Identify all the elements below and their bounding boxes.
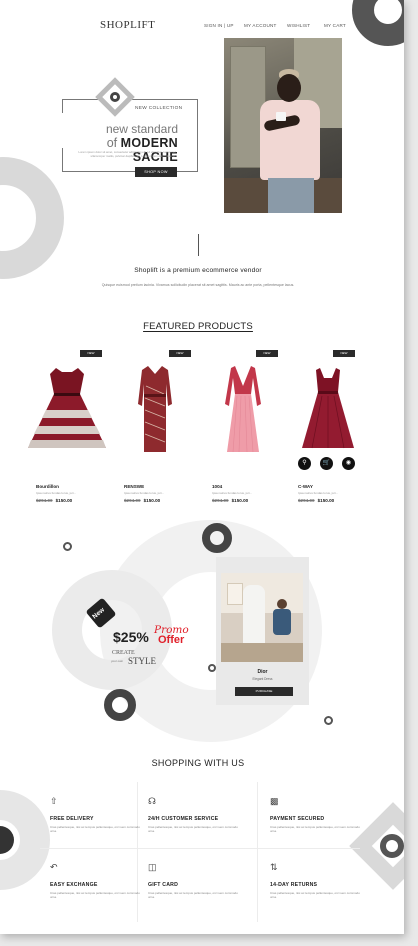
headset-icon: ☊ bbox=[148, 796, 156, 806]
gift-icon: ◫ bbox=[148, 862, 157, 872]
product-badge: NEW bbox=[169, 350, 191, 357]
purchase-button[interactable]: PURCHASE bbox=[235, 687, 293, 696]
service-title: FREE DELIVERY bbox=[50, 816, 94, 822]
decor-diamond-right-dot bbox=[380, 834, 404, 858]
nav-wishlist[interactable]: WISHLIST bbox=[287, 23, 310, 28]
your-own-label: your own bbox=[111, 659, 124, 663]
cart-icon[interactable]: 🛒 bbox=[320, 457, 333, 470]
decor-ring-left bbox=[0, 157, 64, 279]
hero-frame-left-top bbox=[62, 99, 63, 113]
service-title: EASY EXCHANGE bbox=[50, 882, 98, 888]
hero-image-cup bbox=[276, 112, 286, 121]
nav-sign-in[interactable]: SIGN IN | UP bbox=[204, 23, 234, 28]
product-price: $204.00 $150.00 bbox=[124, 498, 160, 503]
page: SHOPLIFT SIGN IN | UP MY ACCOUNT WISHLIS… bbox=[0, 0, 404, 934]
decor-dot-1 bbox=[63, 542, 72, 551]
decor-ring-dark-bottom bbox=[104, 689, 136, 721]
divider-line bbox=[198, 234, 199, 256]
decor-dot-2 bbox=[208, 664, 216, 672]
decor-ring-dark-top bbox=[202, 523, 232, 553]
service-title: PAYMENT SECURED bbox=[270, 816, 325, 822]
product-badge: NEW bbox=[333, 350, 355, 357]
services-divider-v2 bbox=[257, 782, 258, 922]
intro-description: Quisque euismod pretium lacinia. Vivamus… bbox=[101, 283, 295, 287]
featured-products-title: FEATURED PRODUCTS bbox=[143, 321, 253, 332]
product-description: Ipsa natrus fundas lorus, juri... bbox=[36, 491, 77, 495]
product-old-price: $204.00 bbox=[298, 498, 315, 503]
product-old-price: $204.00 bbox=[36, 498, 53, 503]
product-description: Ipsa natrus fundas lorus, juri... bbox=[298, 491, 339, 495]
shop-now-button[interactable]: SHOP NOW bbox=[135, 167, 177, 177]
shopping-with-us-title: SHOPPING WITH US bbox=[151, 758, 245, 768]
product-badge: NEW bbox=[80, 350, 102, 357]
service-description: Cras pellentesque, nisi ac tempus pellen… bbox=[270, 891, 360, 899]
product-name[interactable]: C-WAY bbox=[298, 484, 313, 489]
search-icon[interactable]: ⚲ bbox=[298, 457, 311, 470]
services-divider-v1 bbox=[137, 782, 138, 922]
hero-image-jeans bbox=[268, 178, 314, 213]
service-description: Cras pellentesque, nisi ac tempus pellen… bbox=[148, 891, 238, 899]
product-old-price: $204.00 bbox=[212, 498, 229, 503]
promo-percent: $25% bbox=[113, 629, 149, 645]
product-new-price: $150.00 bbox=[55, 498, 73, 503]
product-image-dress-1[interactable] bbox=[26, 364, 108, 454]
service-title: 14-DAY RETURNS bbox=[270, 882, 318, 888]
service-title: 24/H CUSTOMER SERVICE bbox=[148, 816, 219, 822]
nav-my-account[interactable]: MY ACCOUNT bbox=[244, 23, 277, 28]
promo-card-subtitle: Elegant Dress bbox=[252, 677, 273, 681]
style-label: STYLE bbox=[128, 656, 156, 666]
promo-card-title: Dior bbox=[257, 669, 268, 675]
hero-image-shirt bbox=[260, 100, 320, 180]
product-description: Ipsa natrus fundas lorus, juri... bbox=[212, 491, 253, 495]
nav-my-cart[interactable]: MY CART bbox=[324, 23, 346, 28]
service-description: Cras pellentesque, nisi ac tempus pellen… bbox=[50, 825, 140, 833]
product-name[interactable]: 1004 bbox=[212, 484, 222, 489]
promo-card-image[interactable] bbox=[221, 573, 303, 662]
promo-image-window bbox=[227, 583, 243, 605]
service-description: Cras pellentesque, nisi ac tempus pellen… bbox=[148, 825, 238, 833]
hero-image-face bbox=[277, 74, 301, 102]
service-description: Cras pellentesque, nisi ac tempus pellen… bbox=[270, 825, 360, 833]
return-icon: ↶ bbox=[50, 862, 58, 872]
view-icon[interactable]: ◉ bbox=[342, 457, 355, 470]
offer-word: Offer bbox=[158, 634, 185, 646]
hero-image bbox=[224, 38, 342, 213]
decor-ring-top-right bbox=[352, 0, 404, 46]
services-divider-h bbox=[40, 848, 360, 849]
product-price: $204.00 $150.00 bbox=[36, 498, 72, 503]
product-name[interactable]: Bourdillon bbox=[36, 484, 59, 489]
decor-dot-3 bbox=[324, 716, 333, 725]
product-price: $204.00 $150.00 bbox=[298, 498, 334, 503]
lock-icon: ▩ bbox=[270, 796, 279, 806]
new-collection-label: NEW COLLECTION bbox=[135, 106, 183, 111]
intro-tagline: Shoplift is a premium ecommerce vendor bbox=[134, 267, 262, 274]
promo-image-jacket bbox=[273, 609, 291, 635]
product-new-price: $150.00 bbox=[231, 498, 249, 503]
product-new-price: $150.00 bbox=[143, 498, 161, 503]
hero-headline-light: new standard bbox=[105, 122, 178, 136]
product-name[interactable]: RENSWE bbox=[124, 484, 144, 489]
product-image-dress-2[interactable] bbox=[134, 364, 176, 454]
hero-headline-of: of bbox=[106, 136, 118, 150]
product-description: Ipsa natrus fundas lorus, juri... bbox=[124, 491, 165, 495]
product-price: $204.00 $150.00 bbox=[212, 498, 248, 503]
return-arrows-icon: ⇅ bbox=[270, 862, 278, 872]
product-image-dress-4[interactable] bbox=[300, 366, 356, 450]
service-description: Cras pellentesque, nisi ac tempus pellen… bbox=[50, 891, 140, 899]
promo-image-floor bbox=[221, 643, 303, 662]
promo-image-head bbox=[277, 599, 287, 609]
product-image-dress-3[interactable] bbox=[221, 364, 265, 454]
hero-description: Lorem ipsum dolor sit amet, consectetur … bbox=[78, 150, 176, 158]
logo[interactable]: SHOPLIFT bbox=[100, 19, 155, 31]
product-new-price: $150.00 bbox=[317, 498, 335, 503]
product-badge: NEW bbox=[256, 350, 278, 357]
hero-diamond-dot-icon bbox=[110, 92, 120, 102]
service-title: GIFT CARD bbox=[148, 882, 179, 888]
rocket-icon: ⇧ bbox=[50, 796, 58, 806]
product-old-price: $204.00 bbox=[124, 498, 141, 503]
